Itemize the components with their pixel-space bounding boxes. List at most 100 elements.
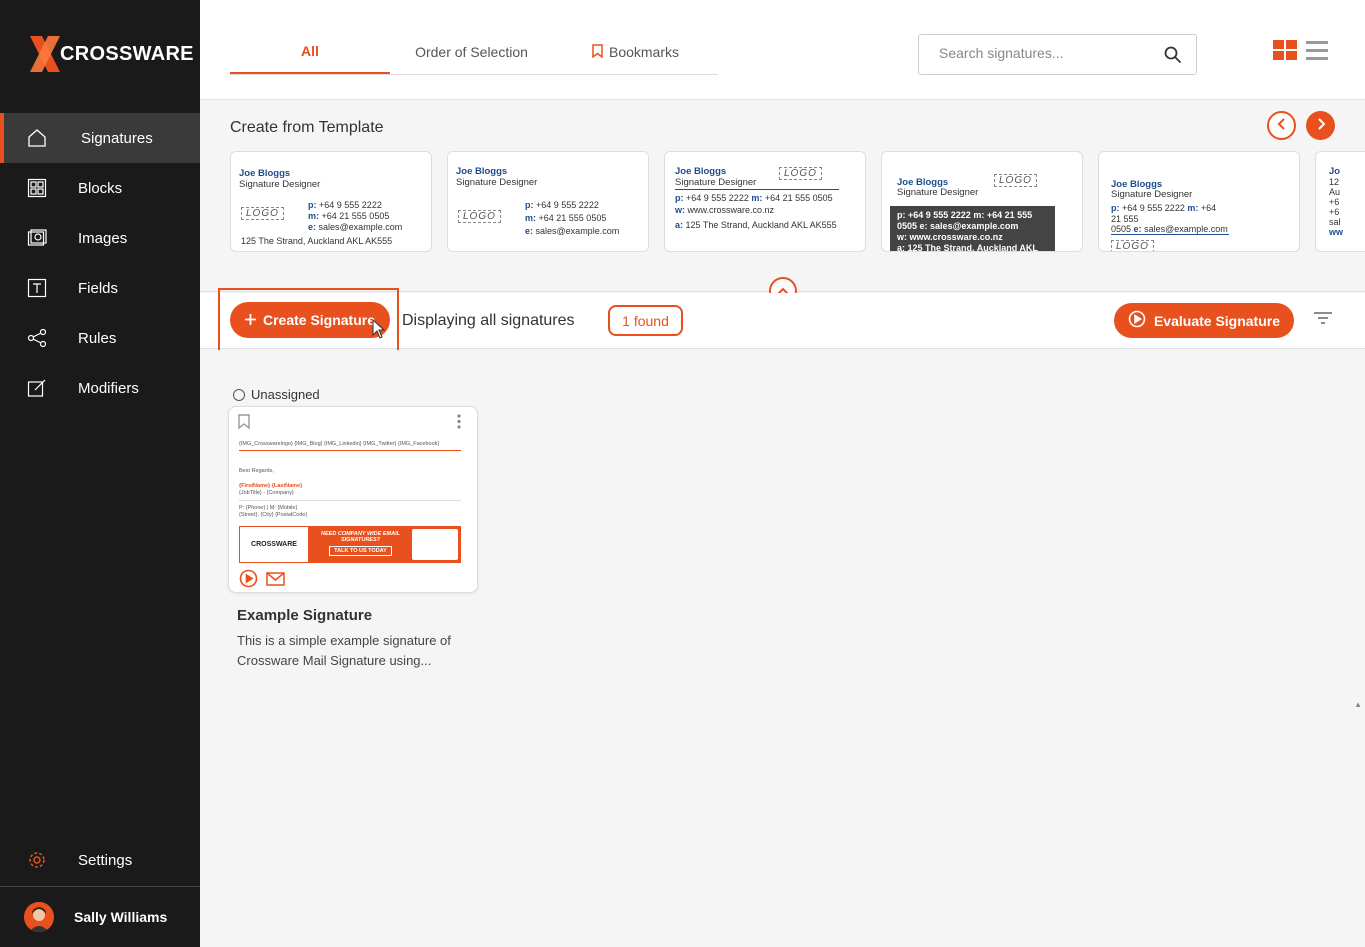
- template-card[interactable]: Joe Bloggs Signature Designer LOGO p: +6…: [447, 151, 649, 252]
- tab-order-of-selection[interactable]: Order of Selection: [390, 30, 553, 74]
- preview-phones: P: {Phone} | M: {Mobile}: [239, 505, 298, 511]
- more-options-icon[interactable]: [457, 414, 461, 434]
- fields-icon: [26, 277, 48, 299]
- template-card[interactable]: Joe Bloggs Signature Designer LOGO p: +6…: [881, 151, 1083, 252]
- template-line: ww: [1329, 227, 1344, 237]
- status-label: Unassigned: [251, 387, 320, 402]
- preview-images: {IMG_Crosswarelogo} {IMG_Blog} {IMG_Link…: [239, 441, 461, 451]
- sidebar-item-label: Settings: [78, 851, 133, 869]
- blocks-icon: [26, 177, 48, 199]
- create-signature-label: Create Signature: [262, 312, 376, 328]
- search-input[interactable]: [939, 45, 1159, 61]
- tab-all[interactable]: All: [230, 30, 390, 74]
- banner-laptop-image: [412, 529, 458, 560]
- template-line: 12: [1329, 177, 1340, 187]
- sidebar-item-label: Modifiers: [78, 379, 139, 397]
- signature-card[interactable]: {IMG_Crosswarelogo} {IMG_Blog} {IMG_Link…: [228, 406, 478, 593]
- template-phone: +64 9 555 2222: [1122, 203, 1185, 213]
- grid-view-icon[interactable]: [1273, 40, 1298, 66]
- template-section-title: Create from Template: [230, 119, 384, 136]
- preview-name: {FirstName} {LastName}: [239, 483, 303, 489]
- template-role: Signature Designer: [897, 187, 979, 198]
- sidebar-item-rules[interactable]: Rules: [0, 313, 200, 363]
- images-icon: [26, 227, 48, 249]
- sidebar-item-settings[interactable]: Settings: [0, 835, 200, 885]
- avatar: [24, 902, 54, 932]
- template-line: Au: [1329, 187, 1341, 197]
- template-logo: LOGO: [1111, 240, 1154, 251]
- template-card[interactable]: Joe Bloggs Signature Designer p: +64 9 5…: [1098, 151, 1300, 252]
- template-mobile: +64: [1200, 203, 1217, 213]
- sidebar-item-images[interactable]: Images: [0, 213, 200, 263]
- evaluate-signature-label: Evaluate Signature: [1153, 312, 1281, 329]
- list-view-icon[interactable]: [1306, 40, 1329, 66]
- scroll-up-icon[interactable]: ▲: [1354, 700, 1362, 709]
- template-email: sales@example.com: [1144, 224, 1228, 234]
- template-logo: LOGO: [779, 167, 822, 180]
- template-web: www.crossware.co.nz: [687, 205, 775, 215]
- status-radio-icon[interactable]: [233, 388, 245, 401]
- display-status: Displaying all signatures: [402, 312, 575, 329]
- bookmark-icon[interactable]: [238, 414, 250, 434]
- action-bar: Create Signature Displaying all signatur…: [200, 288, 1365, 352]
- play-circle-icon[interactable]: [239, 569, 258, 593]
- sidebar-item-modifiers[interactable]: Modifiers: [0, 363, 200, 413]
- signature-status[interactable]: Unassigned: [233, 387, 320, 402]
- sidebar-item-blocks[interactable]: Blocks: [0, 163, 200, 213]
- play-circle-icon: [1128, 310, 1146, 331]
- template-mobile-cont: 21 555: [1111, 214, 1139, 224]
- modifiers-icon: [26, 377, 48, 399]
- template-card[interactable]: Jo 12 Au +6 +6 sal ww: [1315, 151, 1365, 252]
- template-mobile: +64 21 555 0505: [321, 211, 390, 221]
- card-actions: [239, 569, 285, 593]
- sidebar-item-label: Fields: [78, 279, 119, 297]
- signature-preview: {IMG_Crosswarelogo} {IMG_Blog} {IMG_Link…: [239, 441, 461, 563]
- template-prev-button[interactable]: [1267, 111, 1296, 140]
- email-icon[interactable]: [266, 571, 285, 591]
- template-line: +6: [1329, 197, 1340, 207]
- template-web: www.crossware.co.nz: [909, 232, 1003, 242]
- chevron-left-icon: [1276, 117, 1288, 135]
- create-signature-button[interactable]: Create Signature: [230, 302, 390, 338]
- template-name: Joe Bloggs: [239, 168, 291, 179]
- preview-job: {JobTitle} - {Company}: [239, 490, 461, 501]
- sidebar-item-signatures[interactable]: Signatures: [0, 113, 200, 163]
- template-logo: LOGO: [458, 210, 501, 223]
- template-email: sales@example.com: [318, 222, 403, 232]
- signature-title[interactable]: Example Signature: [237, 607, 372, 624]
- tabs: All Order of Selection Bookmarks: [230, 30, 718, 75]
- filter-icon[interactable]: [1313, 311, 1333, 330]
- tab-label: Order of Selection: [415, 44, 528, 60]
- crossware-logo-mark-icon: [28, 34, 62, 74]
- search-icon[interactable]: [1164, 46, 1182, 69]
- rules-icon: [26, 327, 48, 349]
- template-line: sal: [1329, 217, 1341, 227]
- template-card[interactable]: Joe Bloggs Signature Designer LOGO p: +6…: [230, 151, 432, 252]
- top-bar: All Order of Selection Bookmarks: [200, 0, 1365, 100]
- home-icon: [26, 127, 48, 149]
- signature-description: This is a simple example signature of Cr…: [237, 633, 451, 668]
- found-count-badge: 1 found: [608, 305, 683, 336]
- sidebar-item-label: Signatures: [81, 129, 153, 147]
- crossware-logo[interactable]: CROSSWARE: [28, 34, 194, 74]
- bookmark-icon: [592, 43, 603, 61]
- user-profile[interactable]: Sally Williams: [0, 886, 200, 947]
- sidebar-item-fields[interactable]: Fields: [0, 263, 200, 313]
- plus-icon: [244, 312, 256, 328]
- template-address: 125 The Strand, Auckland AKL: [907, 243, 1038, 252]
- tab-bookmarks[interactable]: Bookmarks: [553, 30, 718, 74]
- chevron-right-icon: [1315, 117, 1327, 135]
- template-name: Jo: [1329, 166, 1341, 177]
- template-next-button[interactable]: [1306, 111, 1335, 140]
- template-address: 125 The Strand, Auckland AKL AK555: [685, 220, 837, 230]
- template-mobile-end: 0505: [1111, 224, 1132, 234]
- search-box: [918, 34, 1197, 75]
- template-phone: +64 9 555 2222: [908, 210, 971, 220]
- template-address: 125 The Strand, Auckland AKL AK555: [241, 236, 393, 246]
- view-toggle: [1273, 40, 1329, 66]
- tab-label: All: [301, 43, 319, 59]
- template-mobile: +64 21 555: [986, 210, 1033, 220]
- template-card[interactable]: Joe Bloggs Signature Designer LOGO p: +6…: [664, 151, 866, 252]
- sidebar: CROSSWARE Signatures Blocks Images Field…: [0, 0, 200, 947]
- evaluate-signature-button[interactable]: Evaluate Signature: [1114, 303, 1294, 338]
